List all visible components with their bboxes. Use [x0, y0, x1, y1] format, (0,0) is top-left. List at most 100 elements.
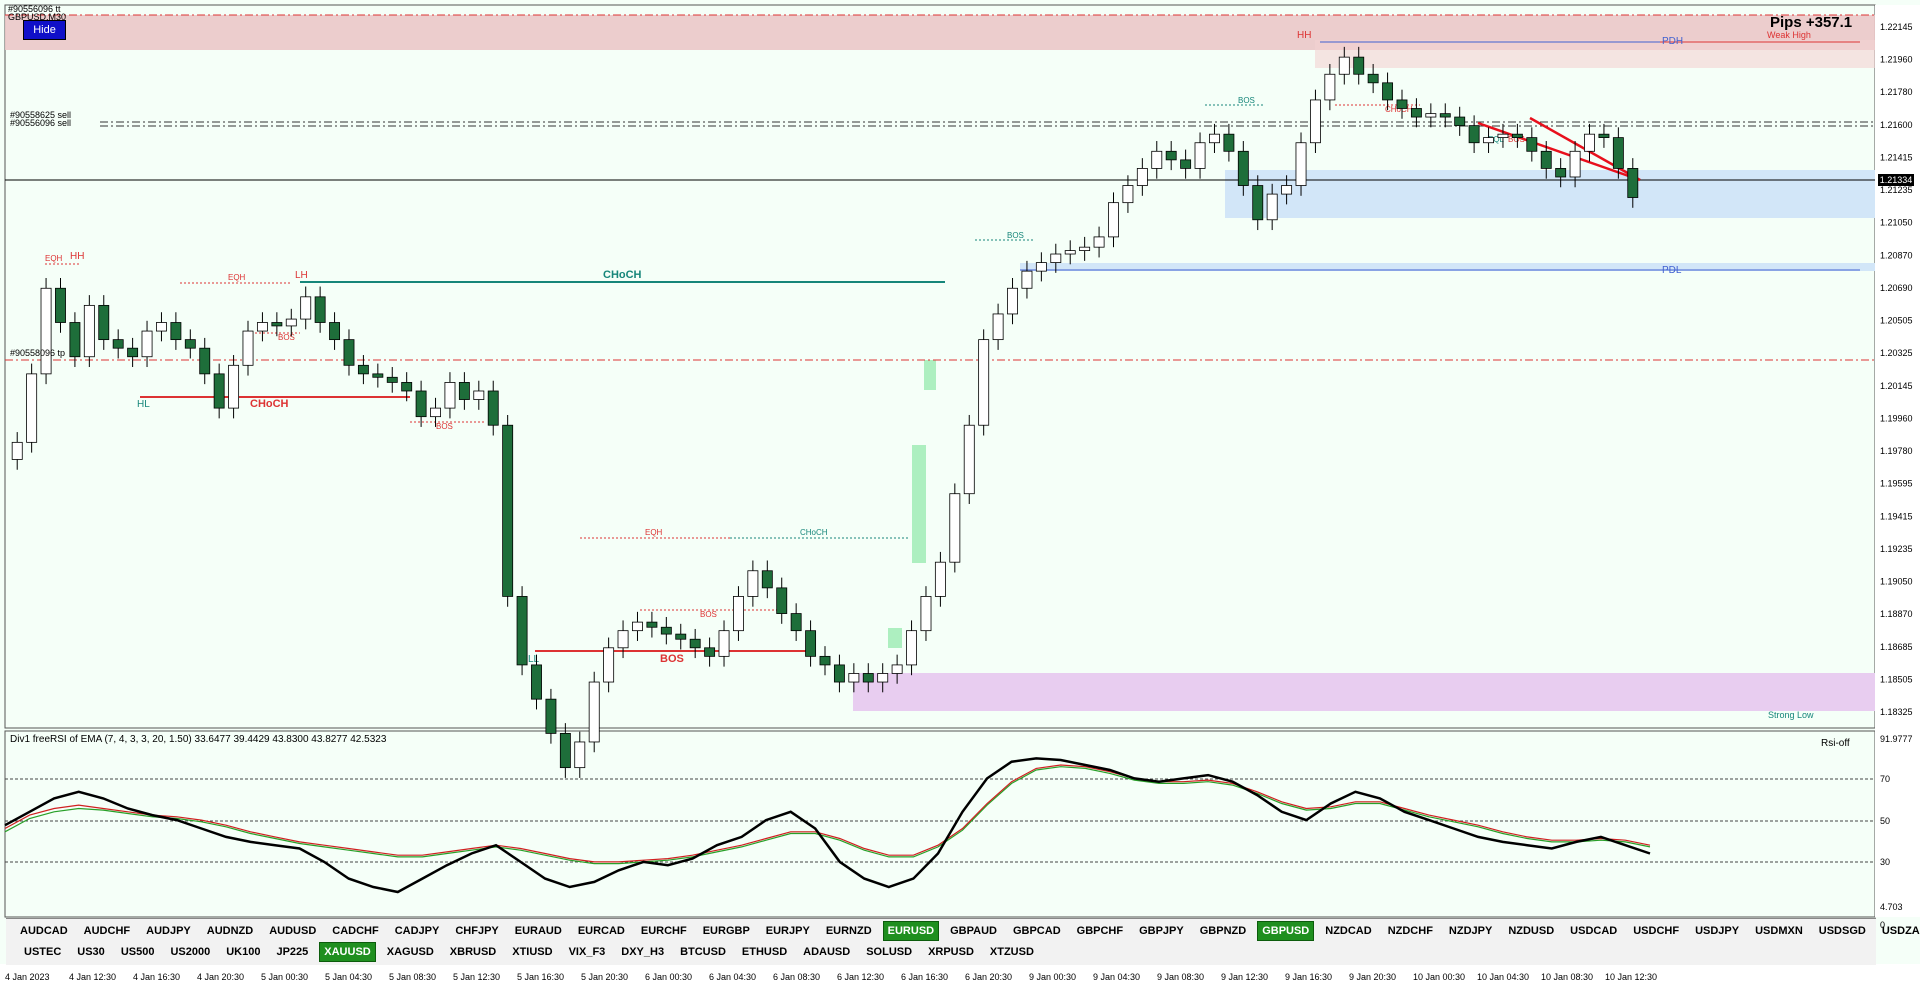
symbol-button-adausd[interactable]: ADAUSD: [799, 943, 854, 961]
symbol-button-cadchf[interactable]: CADCHF: [328, 922, 382, 940]
candle-body: [1165, 150, 1177, 161]
sell-order-label-2[interactable]: #90556096 sell: [10, 118, 71, 128]
hide-button[interactable]: Hide: [23, 20, 66, 40]
symbol-button-audnzd[interactable]: AUDNZD: [203, 922, 257, 940]
symbol-button-audcad[interactable]: AUDCAD: [16, 922, 72, 940]
symbol-button-eurgbp[interactable]: EURGBP: [699, 922, 754, 940]
candle-body: [1252, 185, 1264, 221]
time-tick-label: 10 Jan 12:30: [1605, 972, 1657, 982]
symbol-button-gbpchf[interactable]: GBPCHF: [1073, 922, 1127, 940]
symbol-button-nzdusd[interactable]: NZDUSD: [1504, 922, 1558, 940]
time-tick-label: 10 Jan 08:30: [1541, 972, 1593, 982]
candle-body: [906, 630, 917, 666]
symbol-button-eurcad[interactable]: EURCAD: [574, 922, 629, 940]
symbol-button-audjpy[interactable]: AUDJPY: [142, 922, 195, 940]
candle-body: [170, 322, 182, 341]
candle-body: [1382, 82, 1394, 101]
candle-body: [127, 347, 139, 358]
candle-body: [588, 681, 600, 743]
symbol-button-solusd[interactable]: SOLUSD: [862, 943, 916, 961]
symbol-button-usdmxn[interactable]: USDMXN: [1751, 922, 1807, 940]
symbol-button-eurjpy[interactable]: EURJPY: [762, 922, 814, 940]
symbol-button-us500[interactable]: US500: [117, 943, 159, 961]
candle-body: [1396, 99, 1408, 109]
symbol-button-btcusd[interactable]: BTCUSD: [676, 943, 730, 961]
symbol-button-gbpaud[interactable]: GBPAUD: [946, 922, 1001, 940]
symbol-button-xauusd[interactable]: XAUUSD: [319, 942, 376, 962]
symbol-button-us2000[interactable]: US2000: [166, 943, 214, 961]
indicator-tick-label: 50: [1880, 816, 1890, 826]
price-tick-label: 1.19595: [1880, 479, 1913, 489]
symbol-button-ethusd[interactable]: ETHUSD: [738, 943, 791, 961]
symbol-button-eurnzd[interactable]: EURNZD: [822, 922, 876, 940]
symbol-button-euraud[interactable]: EURAUD: [511, 922, 566, 940]
label-bos-3: BOS: [700, 610, 717, 619]
strong-low-zone: [853, 673, 1875, 711]
symbol-button-nzdjpy[interactable]: NZDJPY: [1445, 922, 1496, 940]
candle-body: [1064, 250, 1076, 255]
symbol-button-audchf[interactable]: AUDCHF: [80, 922, 134, 940]
candle-body: [833, 664, 845, 683]
candle-body: [141, 330, 153, 358]
candle-body: [1627, 168, 1639, 198]
symbol-button-gbpcad[interactable]: GBPCAD: [1009, 922, 1065, 940]
symbol-button-vix_f3[interactable]: VIX_F3: [565, 943, 610, 961]
candle-body: [1353, 56, 1365, 75]
symbol-button-usdjpy[interactable]: USDJPY: [1691, 922, 1743, 940]
symbol-button-gbpusd[interactable]: GBPUSD: [1257, 921, 1315, 941]
symbol-button-nzdchf[interactable]: NZDCHF: [1384, 922, 1437, 940]
rsi-off-label[interactable]: Rsi-off: [1821, 738, 1850, 749]
symbol-button-xtiusd[interactable]: XTIUSD: [508, 943, 556, 961]
symbol-button-cadjpy[interactable]: CADJPY: [391, 922, 444, 940]
symbol-button-usdchf[interactable]: USDCHF: [1629, 922, 1683, 940]
symbol-button-xtzusd[interactable]: XTZUSD: [986, 943, 1038, 961]
symbol-button-eurusd[interactable]: EURUSD: [882, 921, 940, 941]
symbol-button-xrpusd[interactable]: XRPUSD: [924, 943, 978, 961]
fvg-green-1: [924, 360, 936, 390]
label-bos-5: BOS: [1238, 96, 1255, 105]
candle-body: [1035, 262, 1047, 272]
symbol-button-usdcad[interactable]: USDCAD: [1566, 922, 1621, 940]
symbol-button-xagusd[interactable]: XAGUSD: [383, 943, 438, 961]
price-tick-label: 1.20870: [1880, 250, 1913, 260]
demand-zone-blue: [1225, 170, 1875, 218]
candle-body: [963, 424, 975, 495]
candle-body: [1540, 150, 1552, 169]
symbol-button-usdsgd[interactable]: USDSGD: [1815, 922, 1870, 940]
symbol-button-chfjpy[interactable]: CHFJPY: [451, 922, 502, 940]
symbol-button-eurchf[interactable]: EURCHF: [637, 922, 691, 940]
candle-body: [1367, 73, 1379, 84]
candle-body: [1439, 113, 1451, 118]
symbol-button-dxy_h3[interactable]: DXY_H3: [617, 943, 668, 961]
symbol-button-gbpjpy[interactable]: GBPJPY: [1135, 922, 1188, 940]
indicator-area[interactable]: [4, 730, 1876, 918]
symbol-button-ustec[interactable]: USTEC: [20, 943, 65, 961]
symbol-button-xbrusd[interactable]: XBRUSD: [446, 943, 500, 961]
label-weak-high: Weak High: [1767, 30, 1811, 40]
label-hl: HL: [137, 399, 150, 410]
label-hh-2: HH: [1297, 30, 1311, 41]
price-tick-label: 1.21415: [1880, 152, 1913, 162]
main-chart-area[interactable]: [4, 4, 1876, 729]
candle-body: [617, 630, 629, 649]
symbol-button-nzdcad[interactable]: NZDCAD: [1321, 922, 1375, 940]
symbol-button-uk100[interactable]: UK100: [222, 943, 264, 961]
candle-body: [891, 664, 903, 674]
candle-body: [271, 322, 283, 327]
price-tick-label: 1.18325: [1880, 707, 1913, 717]
tp-order-label[interactable]: #90558096 tp: [10, 348, 65, 358]
pips-counter: Pips +357.1: [1770, 14, 1853, 31]
symbol-button-us30[interactable]: US30: [73, 943, 109, 961]
symbol-button-usdzar[interactable]: USDZAR: [1878, 922, 1920, 940]
candle-body: [11, 441, 23, 460]
candle-body: [1425, 113, 1437, 118]
time-tick-label: 6 Jan 08:30: [773, 972, 820, 982]
time-tick-label: 5 Jan 04:30: [325, 972, 372, 982]
label-bos-2: BOS: [436, 422, 453, 431]
symbol-button-gbpnzd[interactable]: GBPNZD: [1196, 922, 1250, 940]
symbol-button-jp225[interactable]: JP225: [272, 943, 312, 961]
price-tick-label: 1.21050: [1880, 218, 1913, 228]
candle-body: [949, 493, 961, 563]
chart-canvas[interactable]: EQH HH EQH LH BOS CHoCH HL CHoCH BOS EQH…: [0, 0, 1920, 989]
symbol-button-audusd[interactable]: AUDUSD: [265, 922, 320, 940]
